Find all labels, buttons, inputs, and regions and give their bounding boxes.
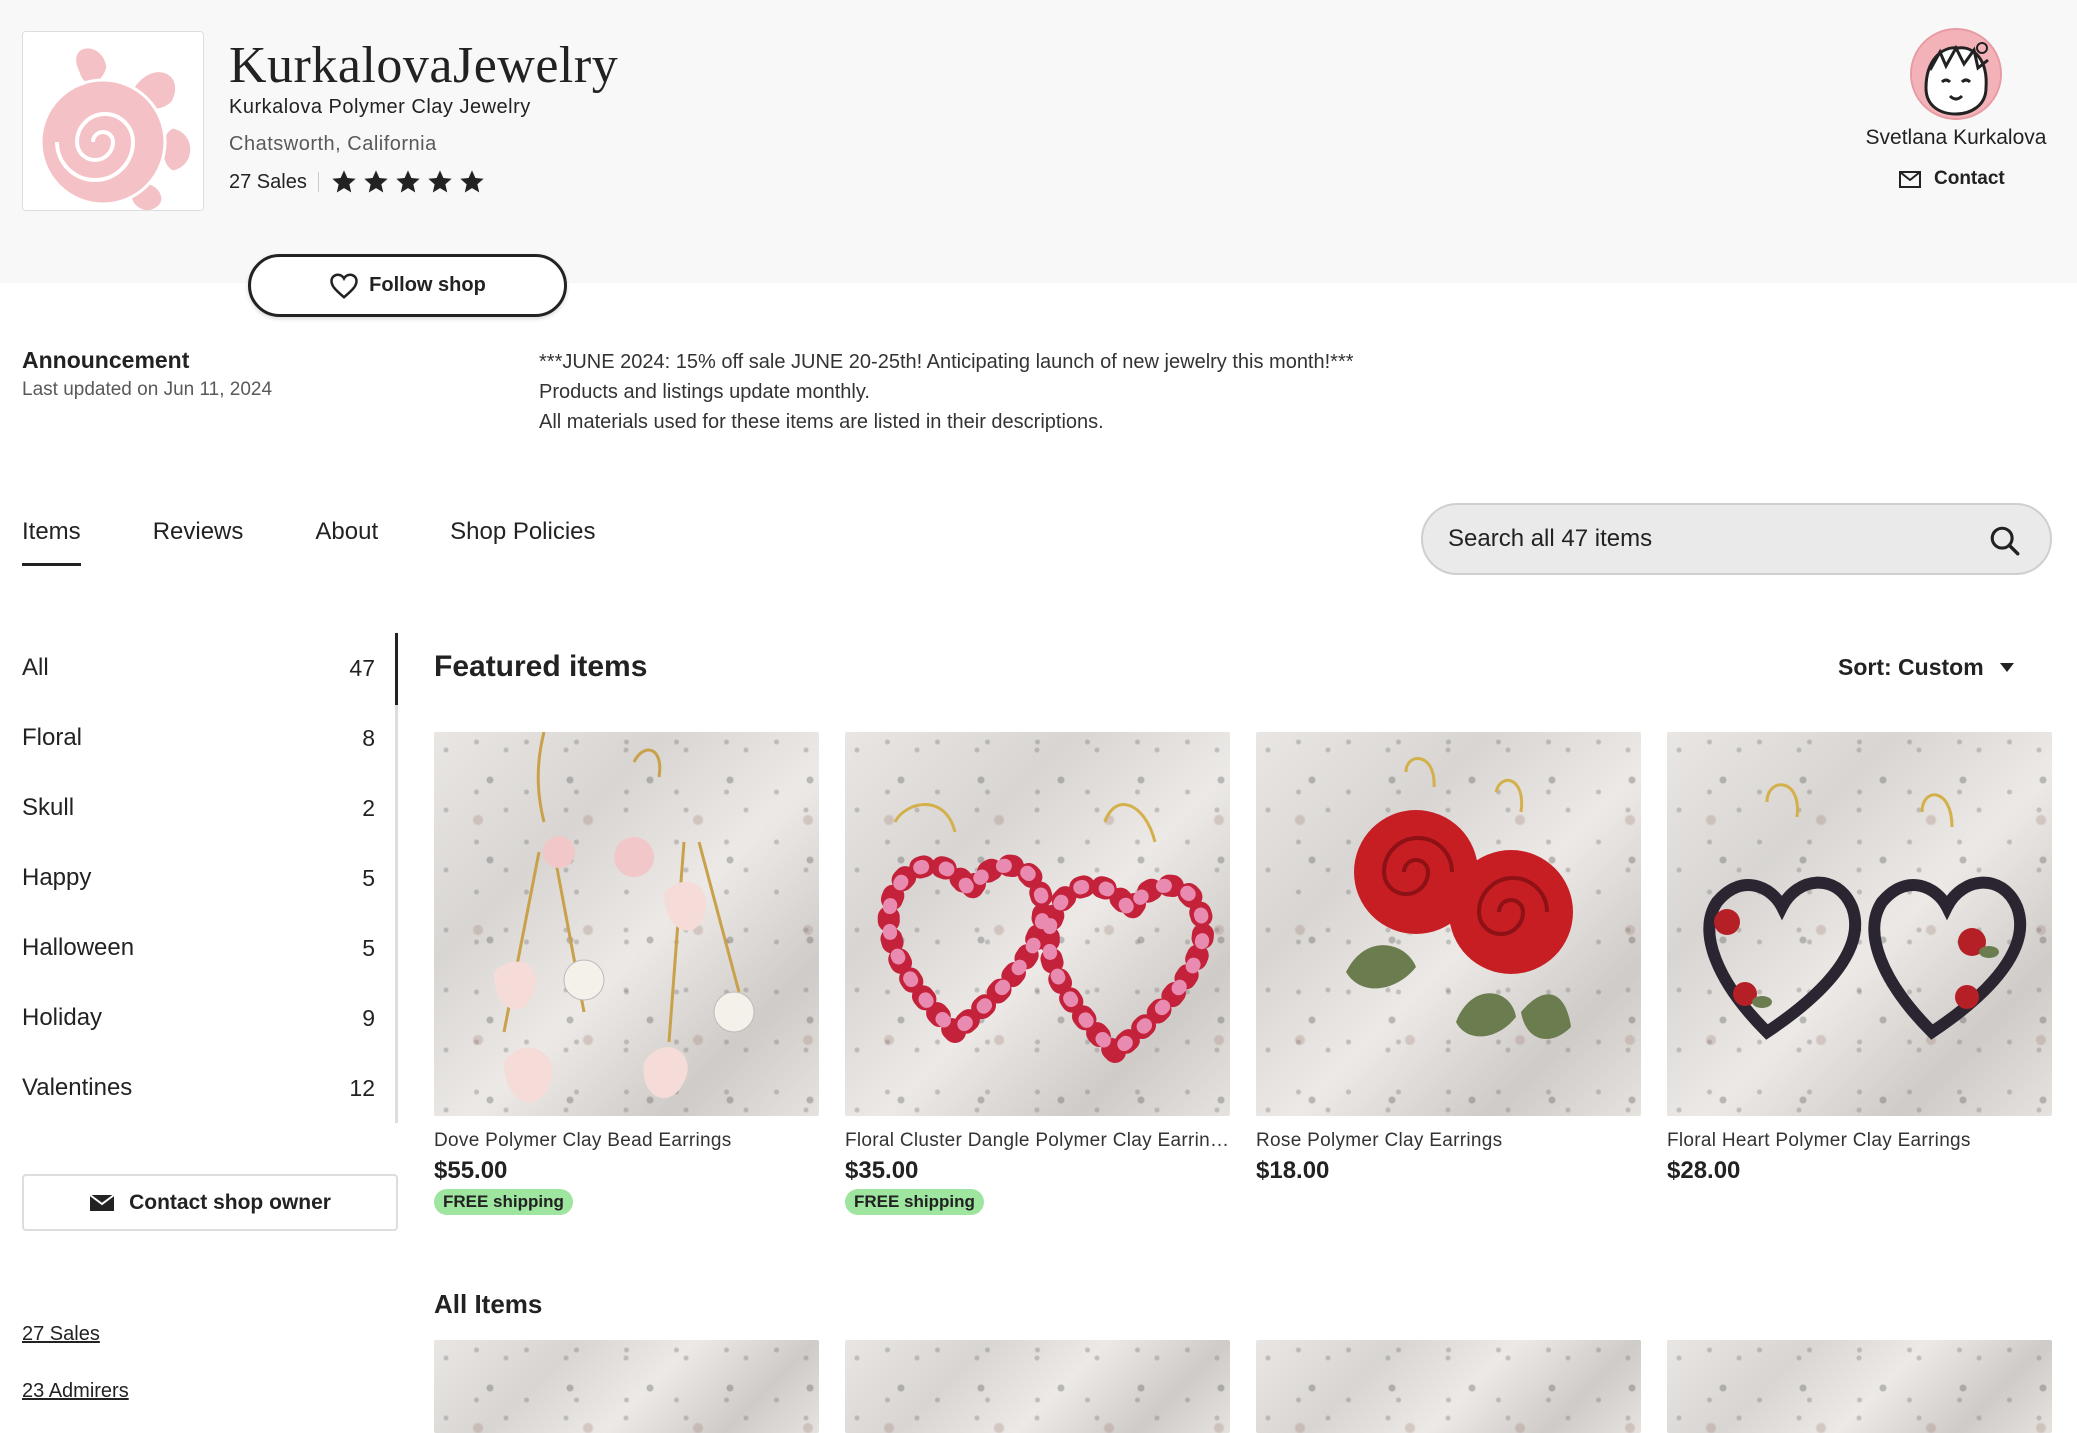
listing-price: $18.00 <box>1256 1157 1330 1184</box>
rating-stars[interactable] <box>330 168 486 196</box>
owner-contact-label: Contact <box>1934 168 2005 189</box>
category-label: Skull <box>22 794 75 821</box>
star-icon <box>332 170 356 193</box>
shop-name: KurkalovaJewelry <box>229 37 619 94</box>
owner-avatar[interactable] <box>1910 28 2002 120</box>
star-icon <box>396 170 420 193</box>
envelope-icon <box>89 1193 115 1211</box>
shop-tabs: Items Reviews About Shop Policies <box>22 518 596 566</box>
category-label: Floral <box>22 724 83 751</box>
announcement-line: ***JUNE 2024: 15% off sale JUNE 20-25th!… <box>539 351 1354 373</box>
star-icon <box>364 170 388 193</box>
sales-link[interactable]: 27 Sales <box>22 1323 100 1346</box>
shop-logo[interactable] <box>22 31 204 211</box>
free-shipping-badge: FREE shipping <box>434 1189 573 1215</box>
category-label: Happy <box>22 864 92 891</box>
category-sidebar: All 47 Floral 8 Skull 2 Happy 5 Halloween 5 H… <box>22 633 398 1123</box>
tab-shop-policies[interactable]: Shop Policies <box>450 518 595 566</box>
contact-shop-owner-button[interactable]: Contact shop owner <box>22 1174 398 1231</box>
active-category-indicator <box>395 633 398 705</box>
tab-items[interactable]: Items <box>22 518 81 566</box>
owner-contact-link[interactable]: Contact <box>1898 168 2005 190</box>
listing-title[interactable]: Floral Cluster Dangle Polymer Clay Earri… <box>845 1130 1230 1152</box>
category-count: 2 <box>362 794 375 821</box>
category-all[interactable]: All 47 <box>22 633 395 703</box>
announcement-title: Announcement <box>22 347 190 373</box>
category-label: Holiday <box>22 1004 103 1031</box>
listing-card[interactable]: Floral Heart Polymer Clay Earrings $28.0… <box>1667 732 2052 1185</box>
admirers-link[interactable]: 23 Admirers <box>22 1380 129 1403</box>
search-input[interactable] <box>1448 525 1968 553</box>
listing-title[interactable]: Rose Polymer Clay Earrings <box>1256 1130 1641 1152</box>
announcement-body: ***JUNE 2024: 15% off sale JUNE 20-25th!… <box>539 347 1354 437</box>
listing-price: $55.00 <box>434 1157 508 1184</box>
listing-image[interactable] <box>845 732 1230 1116</box>
featured-items-title: Featured items <box>434 650 648 683</box>
listing-image[interactable] <box>1667 732 2052 1116</box>
listing-title[interactable]: Floral Heart Polymer Clay Earrings <box>1667 1130 2052 1152</box>
shop-sales-count: 27 Sales <box>229 170 307 193</box>
category-holiday[interactable]: Holiday 9 <box>22 983 395 1053</box>
sort-dropdown[interactable]: Sort: Custom <box>1838 654 2014 681</box>
listing-title[interactable]: Dove Polymer Clay Bead Earrings <box>434 1130 819 1152</box>
listing-image[interactable] <box>1256 1340 1641 1433</box>
announcement-line: All materials used for these items are l… <box>539 411 1104 433</box>
category-label: Valentines <box>22 1074 133 1101</box>
star-icon <box>428 170 452 193</box>
follow-shop-button[interactable]: Follow shop <box>248 254 567 317</box>
free-shipping-badge: FREE shipping <box>845 1189 984 1215</box>
announcement-line: Products and listings update monthly. <box>539 381 870 403</box>
category-count: 5 <box>362 934 375 961</box>
mail-icon <box>1899 171 1921 188</box>
follow-shop-label: Follow shop <box>369 274 486 296</box>
category-label: Halloween <box>22 934 135 961</box>
contact-shop-owner-label: Contact shop owner <box>129 1190 331 1214</box>
tab-reviews[interactable]: Reviews <box>153 518 244 566</box>
category-count: 47 <box>349 654 375 681</box>
listing-price: $28.00 <box>1667 1157 1741 1184</box>
all-items-title: All Items <box>434 1289 543 1319</box>
listing-image[interactable] <box>434 1340 819 1433</box>
category-count: 9 <box>362 1004 375 1031</box>
search-bar <box>1421 503 2052 575</box>
listing-price: $35.00 <box>845 1157 919 1184</box>
category-count: 5 <box>362 864 375 891</box>
shop-sales-rating: 27 Sales <box>229 166 486 198</box>
listing-card[interactable]: Rose Polymer Clay Earrings $18.00 <box>1256 732 1641 1185</box>
category-count: 8 <box>362 724 375 751</box>
caret-down-icon <box>1999 663 2014 672</box>
category-floral[interactable]: Floral 8 <box>22 703 395 773</box>
category-happy[interactable]: Happy 5 <box>22 843 395 913</box>
shop-tagline: Kurkalova Polymer Clay Jewelry <box>229 96 531 118</box>
category-count: 12 <box>349 1074 375 1101</box>
search-icon[interactable] <box>1988 524 2022 558</box>
shop-location: Chatsworth, California <box>229 133 437 155</box>
category-label: All <box>22 654 49 681</box>
sort-label: Sort: Custom <box>1838 654 1984 680</box>
listing-card[interactable]: Floral Cluster Dangle Polymer Clay Earri… <box>845 732 1230 1215</box>
announcement-updated: Last updated on Jun 11, 2024 <box>22 379 273 400</box>
tab-about[interactable]: About <box>315 518 378 566</box>
listing-image[interactable] <box>845 1340 1230 1433</box>
category-valentines[interactable]: Valentines 12 <box>22 1053 395 1123</box>
heart-icon <box>330 272 358 299</box>
listing-image[interactable] <box>1667 1340 2052 1433</box>
listing-image[interactable] <box>1256 732 1641 1116</box>
category-halloween[interactable]: Halloween 5 <box>22 913 395 983</box>
divider <box>317 172 319 192</box>
star-icon <box>460 170 484 193</box>
listing-card[interactable]: Dove Polymer Clay Bead Earrings $55.00 F… <box>434 732 819 1215</box>
listing-image[interactable] <box>434 732 819 1116</box>
category-skull[interactable]: Skull 2 <box>22 773 395 843</box>
owner-name: Svetlana Kurkalova <box>1865 126 2047 149</box>
